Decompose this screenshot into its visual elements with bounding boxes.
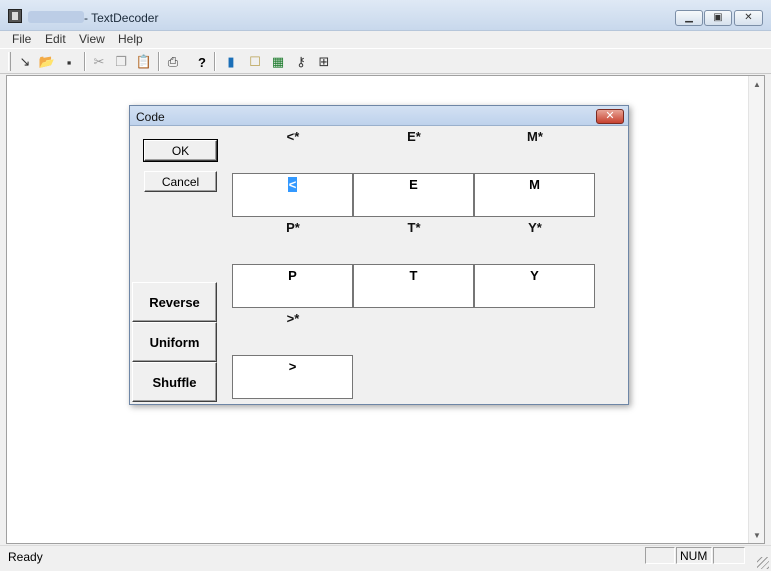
slot-label: <* [286,129,300,144]
open-icon[interactable]: 📂 [36,52,58,72]
ok-button[interactable]: OK [143,139,218,162]
resize-grip-icon[interactable] [757,557,769,569]
maximize-button[interactable]: ▣ [704,10,732,26]
slot-value: P [288,268,297,283]
dialog-title: Code [136,110,165,124]
chip-icon[interactable]: ▦ [267,52,289,72]
save-icon[interactable]: ▪ [58,52,80,72]
dialog-close-button[interactable]: ✕ [596,109,624,124]
window-title: - TextDecoder [84,11,159,25]
toolbar-separator [158,52,160,71]
menu-view[interactable]: View [79,32,105,46]
slot-input[interactable]: T [353,264,474,308]
key-icon[interactable]: ⚷ [290,52,312,72]
shuffle-button[interactable]: Shuffle [132,362,217,402]
slot-input[interactable]: E [353,173,474,217]
status-text: Ready [8,550,43,564]
menu-edit[interactable]: Edit [45,32,66,46]
slot-label: P* [286,220,300,235]
new-icon[interactable]: ↘ [14,52,36,72]
slot-input[interactable]: > [232,355,353,399]
slot-input[interactable]: Y [474,264,595,308]
menu-help[interactable]: Help [118,32,143,46]
minimize-icon: ▁ [685,12,693,23]
help-icon[interactable]: ? [191,52,213,72]
slot-label: >* [286,311,300,326]
slot-label: E* [407,129,421,144]
minimize-button[interactable]: ▁ [675,10,703,26]
slot-input[interactable]: < [232,173,353,217]
slot-value: T [409,268,418,283]
vertical-scrollbar[interactable]: ▲ ▼ [748,76,764,543]
cut-icon[interactable]: ✂ [88,52,110,72]
slot-label: M* [527,129,543,144]
status-pane-caps [645,547,675,564]
close-icon: ✕ [744,12,753,23]
title-bar: - TextDecoder ▁ ▣ ✕ [0,0,771,31]
slot-value: < [287,177,298,192]
slot-value: > [288,359,297,374]
scroll-icon[interactable]: ☐ [244,52,266,72]
toolbar-separator [214,52,216,71]
menu-file[interactable]: File [12,32,31,46]
print-icon[interactable]: ⎙ [162,52,184,72]
uniform-button[interactable]: Uniform [132,322,217,362]
slot-label: T* [407,220,421,235]
menu-bar: File Edit View Help [0,31,771,48]
toolbar: ↘ 📂 ▪ ✂ ❐ 📋 ⎙ ? ▮ ☐ ▦ ⚷ ⊞ [0,48,771,74]
book-icon[interactable]: ▮ [220,52,242,72]
paste-icon[interactable]: 📋 [133,52,155,72]
toolbar-separator [84,52,86,71]
toolbar-grip[interactable] [8,52,11,71]
reverse-button[interactable]: Reverse [132,282,217,322]
copy-icon[interactable]: ❐ [110,52,132,72]
cancel-button[interactable]: Cancel [144,171,217,192]
slot-value: E [409,177,418,192]
scroll-up-icon[interactable]: ▲ [749,76,765,92]
dialog-title-bar[interactable]: Code ✕ [130,106,628,126]
close-button[interactable]: ✕ [734,10,763,26]
close-icon: ✕ [605,110,615,122]
redacted-title-segment [28,11,84,23]
slot-value: M [529,177,540,192]
slot-input[interactable]: M [474,173,595,217]
status-pane-num: NUM [676,547,712,564]
slot-input[interactable]: P [232,264,353,308]
slot-value: Y [530,268,539,283]
code-dialog: Code ✕ OK Cancel Reverse Uniform Shuffle… [129,105,629,405]
status-pane-scrl [713,547,745,564]
grid-icon[interactable]: ⊞ [313,52,335,72]
app-icon[interactable] [8,9,22,23]
status-bar: Ready NUM [0,545,771,571]
slot-label: Y* [528,220,542,235]
restore-icon: ▣ [713,12,723,23]
scroll-down-icon[interactable]: ▼ [749,527,765,543]
